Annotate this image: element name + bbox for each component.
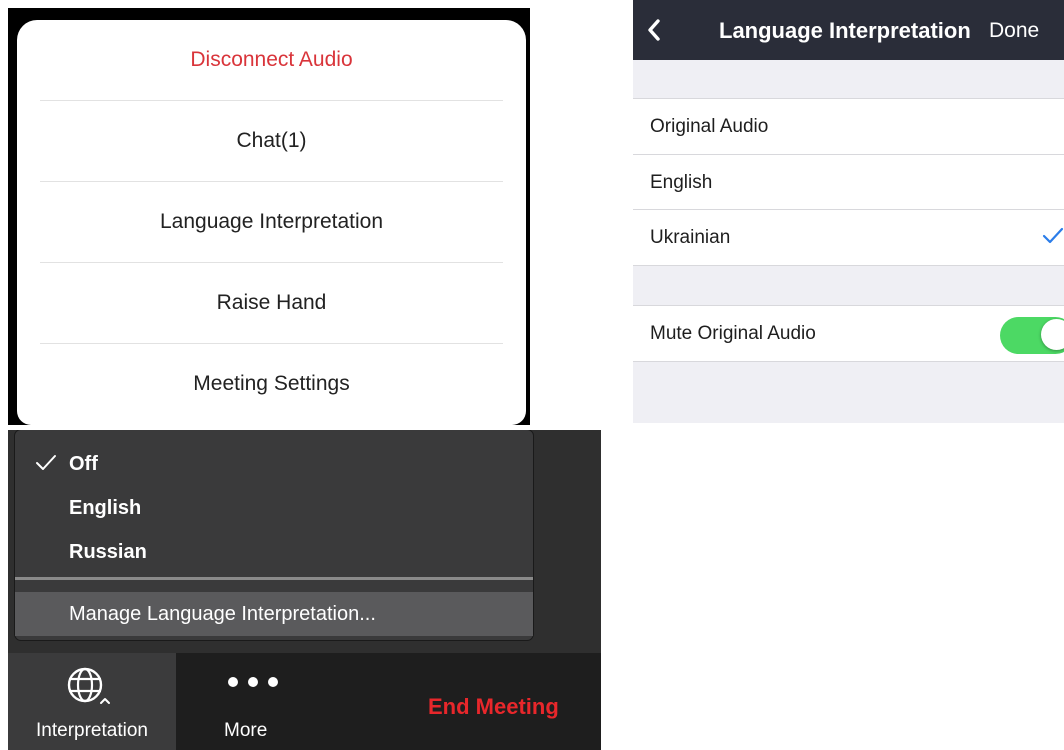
menu-item-english[interactable]: English bbox=[15, 487, 533, 529]
interpretation-label: Interpretation bbox=[36, 720, 148, 741]
page-title: Language Interpretation bbox=[719, 18, 971, 43]
menu-item-label: English bbox=[69, 497, 142, 519]
disconnect-audio-button[interactable]: Disconnect Audio bbox=[17, 20, 526, 100]
language-option-english[interactable]: English bbox=[633, 155, 1064, 210]
menu-item-off[interactable]: Off bbox=[15, 443, 533, 485]
toggle-knob bbox=[1041, 319, 1064, 350]
desktop-interpretation-panel: Off English Russian Manage Language Inte… bbox=[8, 430, 601, 750]
more-dots-icon bbox=[228, 677, 278, 687]
menu-divider bbox=[15, 577, 533, 580]
chevron-left-icon[interactable] bbox=[641, 12, 671, 48]
separator bbox=[633, 265, 1064, 266]
manage-language-interpretation-item[interactable]: Manage Language Interpretation... bbox=[15, 592, 533, 636]
interpretation-dropdown-menu: Off English Russian Manage Language Inte… bbox=[15, 430, 533, 640]
mute-original-audio-toggle[interactable] bbox=[1000, 317, 1064, 354]
menu-item-label: Off bbox=[69, 453, 98, 475]
menu-item-russian[interactable]: Russian bbox=[15, 531, 533, 573]
action-sheet: Disconnect Audio Chat(1) Language Interp… bbox=[17, 20, 526, 425]
mute-original-audio-label: Mute Original Audio bbox=[650, 323, 816, 344]
option-label: Ukrainian bbox=[650, 227, 731, 248]
checkmark-icon bbox=[36, 455, 56, 470]
separator bbox=[633, 361, 1064, 362]
meeting-settings-button[interactable]: Meeting Settings bbox=[17, 344, 526, 424]
end-meeting-button[interactable]: End Meeting bbox=[428, 694, 559, 720]
chat-button[interactable]: Chat(1) bbox=[17, 101, 526, 181]
raise-hand-button[interactable]: Raise Hand bbox=[17, 263, 526, 343]
done-button[interactable]: Done bbox=[989, 0, 1039, 60]
mute-original-audio-row: Mute Original Audio bbox=[633, 306, 1064, 361]
language-option-original-audio[interactable]: Original Audio bbox=[633, 99, 1064, 154]
checkmark-icon bbox=[1042, 227, 1064, 244]
more-label: More bbox=[224, 720, 268, 741]
menu-item-label: Russian bbox=[69, 541, 147, 563]
option-label: Original Audio bbox=[650, 116, 769, 137]
interpretation-button[interactable]: Interpretation bbox=[8, 653, 176, 750]
menu-item-label: Manage Language Interpretation... bbox=[69, 603, 376, 625]
more-button[interactable]: More bbox=[196, 653, 306, 750]
interpretation-settings-panel: Language Interpretation Done Original Au… bbox=[633, 0, 1064, 423]
nav-bar: Language Interpretation Done bbox=[633, 0, 1064, 60]
option-label: English bbox=[650, 172, 713, 193]
action-sheet-panel: Disconnect Audio Chat(1) Language Interp… bbox=[8, 8, 530, 425]
meeting-toolbar: Interpretation More End Meeting bbox=[8, 653, 601, 750]
language-interpretation-button[interactable]: Language Interpretation bbox=[17, 182, 526, 262]
language-option-ukrainian[interactable]: Ukrainian bbox=[633, 210, 1064, 265]
globe-icon bbox=[67, 667, 110, 704]
